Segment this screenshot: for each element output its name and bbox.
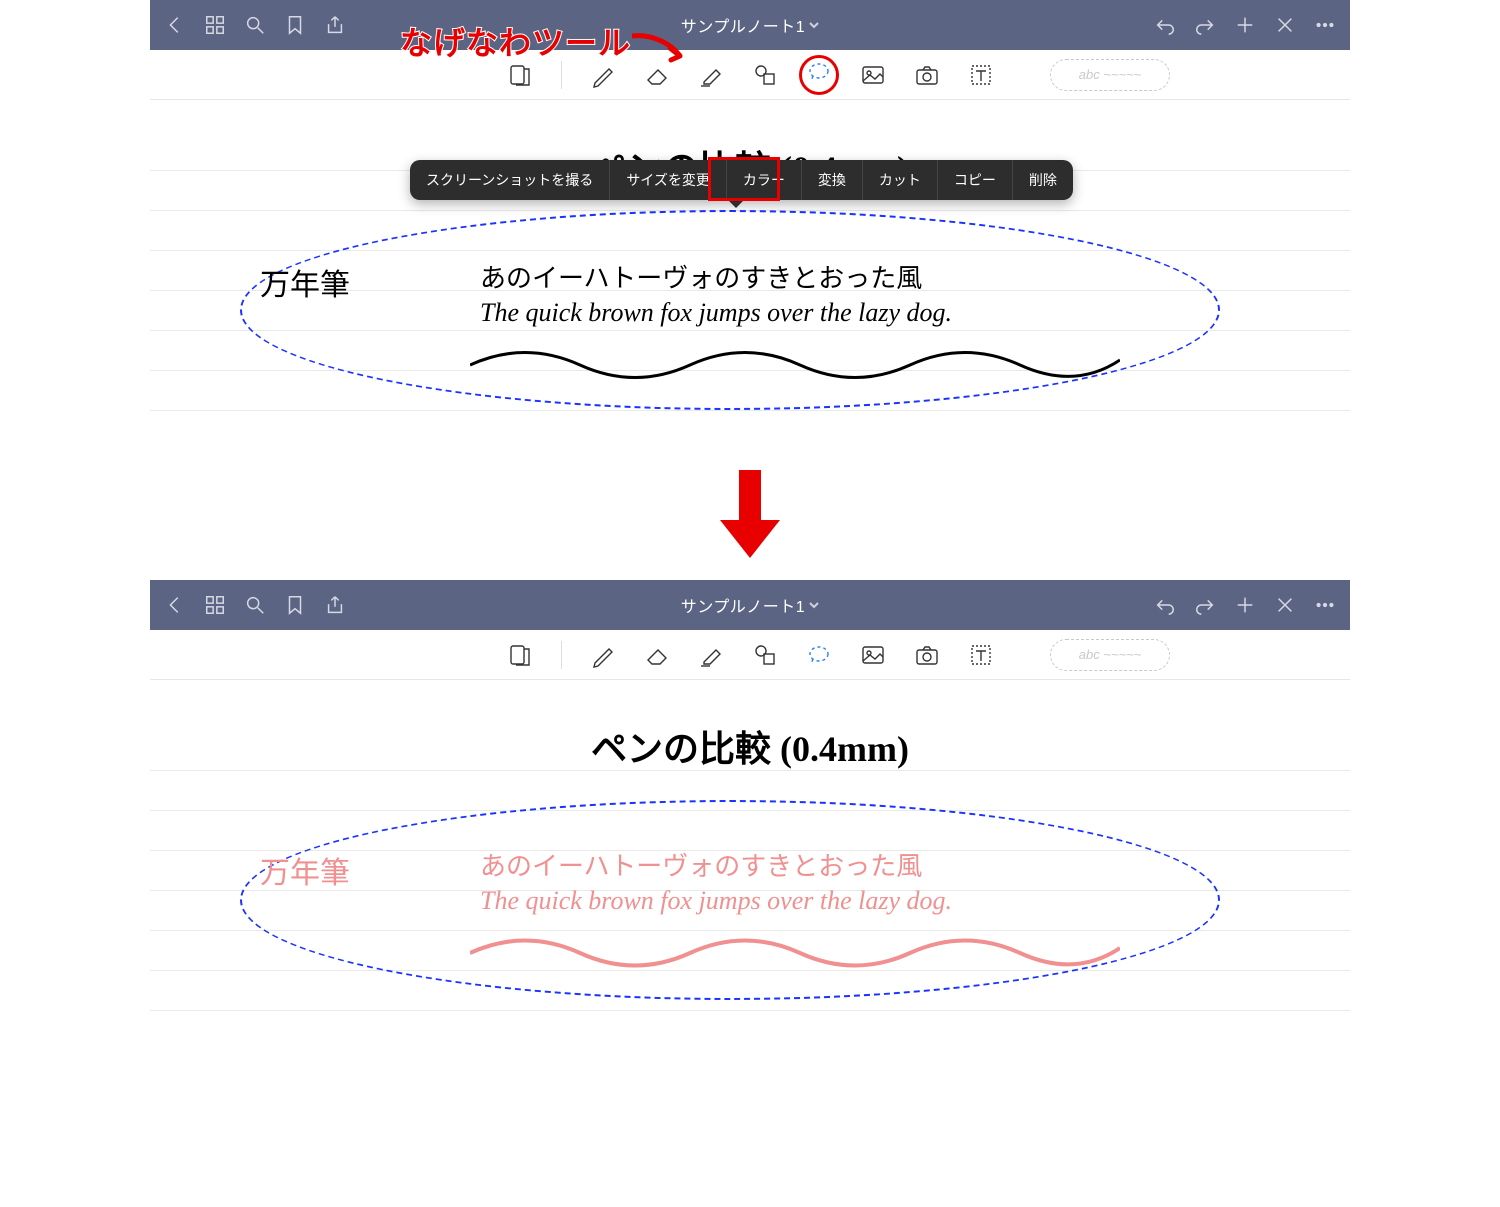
document-title[interactable]: サンプルノート1 — [364, 593, 1136, 617]
more-icon[interactable] — [1314, 594, 1336, 616]
hand-line2: The quick brown fox jumps over the lazy … — [480, 298, 952, 328]
note-canvas[interactable]: ペンの比較 (0.4mm) 万年筆 あのイーハトーヴォのすきとおった風 The … — [150, 680, 1350, 1020]
preset-pill[interactable]: abc ~~~~~ — [1050, 59, 1170, 91]
transition-arrow-icon — [715, 470, 785, 560]
close-x-icon[interactable] — [1274, 14, 1296, 36]
share-icon[interactable] — [324, 14, 346, 36]
annotation-lasso-label: なげなわツール — [400, 18, 631, 64]
share-icon[interactable] — [324, 594, 346, 616]
hand-wavy-line — [470, 340, 1120, 380]
camera-icon[interactable] — [914, 62, 940, 88]
preset-placeholder: abc ~~~~~ — [1079, 647, 1142, 662]
tool-bar: abc ~~~~~ — [150, 630, 1350, 680]
search-icon[interactable] — [244, 594, 266, 616]
ctx-color-highlight — [708, 157, 780, 201]
more-icon[interactable] — [1314, 14, 1336, 36]
search-icon[interactable] — [244, 14, 266, 36]
lasso-highlight-circle — [799, 55, 839, 95]
redo-icon[interactable] — [1194, 14, 1216, 36]
undo-icon[interactable] — [1154, 594, 1176, 616]
hand-label-left: 万年筆 — [260, 848, 350, 892]
ctx-screenshot[interactable]: スクリーンショットを撮る — [410, 160, 610, 200]
tool-bar: abc ~~~~~ — [150, 50, 1350, 100]
back-icon[interactable] — [164, 594, 186, 616]
app-before: なげなわツール サンプルノート1 — [150, 0, 1350, 440]
back-icon[interactable] — [164, 14, 186, 36]
annotation-arrow-icon — [630, 28, 690, 68]
highlighter-icon[interactable] — [698, 62, 724, 88]
text-icon[interactable] — [968, 642, 994, 668]
readmode-icon[interactable] — [507, 642, 533, 668]
preset-placeholder: abc ~~~~~ — [1079, 67, 1142, 82]
bookmark-icon[interactable] — [284, 14, 306, 36]
document-title-text: サンプルノート1 — [681, 593, 805, 617]
close-x-icon[interactable] — [1274, 594, 1296, 616]
pen-icon[interactable] — [590, 642, 616, 668]
lasso-tool[interactable] — [806, 59, 832, 90]
text-icon[interactable] — [968, 62, 994, 88]
title-bar: サンプルノート1 — [150, 580, 1350, 630]
bookmark-icon[interactable] — [284, 594, 306, 616]
undo-icon[interactable] — [1154, 14, 1176, 36]
separator — [561, 61, 562, 89]
image-icon[interactable] — [860, 62, 886, 88]
highlighter-icon[interactable] — [698, 642, 724, 668]
document-title-text: サンプルノート1 — [681, 13, 805, 37]
camera-icon[interactable] — [914, 642, 940, 668]
separator — [561, 641, 562, 669]
hand-wavy-line — [470, 928, 1120, 968]
ctx-delete[interactable]: 削除 — [1013, 160, 1073, 200]
ctx-convert[interactable]: 変換 — [802, 160, 863, 200]
hand-line1: あのイーハトーヴォのすきとおった風 — [480, 846, 922, 883]
hand-line1: あのイーハトーヴォのすきとおった風 — [480, 258, 922, 295]
ctx-copy[interactable]: コピー — [938, 160, 1013, 200]
note-canvas[interactable]: ペンの比較 (0.4mm) スクリーンショットを撮る サイズを変更 カラー 変換… — [150, 100, 1350, 440]
readmode-icon[interactable] — [507, 62, 533, 88]
chevron-down-icon — [809, 20, 819, 30]
pen-icon[interactable] — [590, 62, 616, 88]
lasso-icon[interactable] — [806, 642, 832, 668]
title-bar: サンプルノート1 — [150, 0, 1350, 50]
chevron-down-icon — [809, 600, 819, 610]
plus-icon[interactable] — [1234, 14, 1256, 36]
redo-icon[interactable] — [1194, 594, 1216, 616]
app-after: サンプルノート1 abc ~~~~~ ペンの比 — [150, 580, 1350, 1020]
shapes-icon[interactable] — [752, 642, 778, 668]
ctx-cut[interactable]: カット — [863, 160, 938, 200]
image-icon[interactable] — [860, 642, 886, 668]
grid-icon[interactable] — [204, 594, 226, 616]
hand-label-left: 万年筆 — [260, 260, 350, 304]
eraser-icon[interactable] — [644, 642, 670, 668]
hand-line2: The quick brown fox jumps over the lazy … — [480, 886, 952, 916]
shapes-icon[interactable] — [752, 62, 778, 88]
preset-pill[interactable]: abc ~~~~~ — [1050, 639, 1170, 671]
plus-icon[interactable] — [1234, 594, 1256, 616]
handwritten-title: ペンの比較 (0.4mm) — [591, 720, 909, 772]
grid-icon[interactable] — [204, 14, 226, 36]
